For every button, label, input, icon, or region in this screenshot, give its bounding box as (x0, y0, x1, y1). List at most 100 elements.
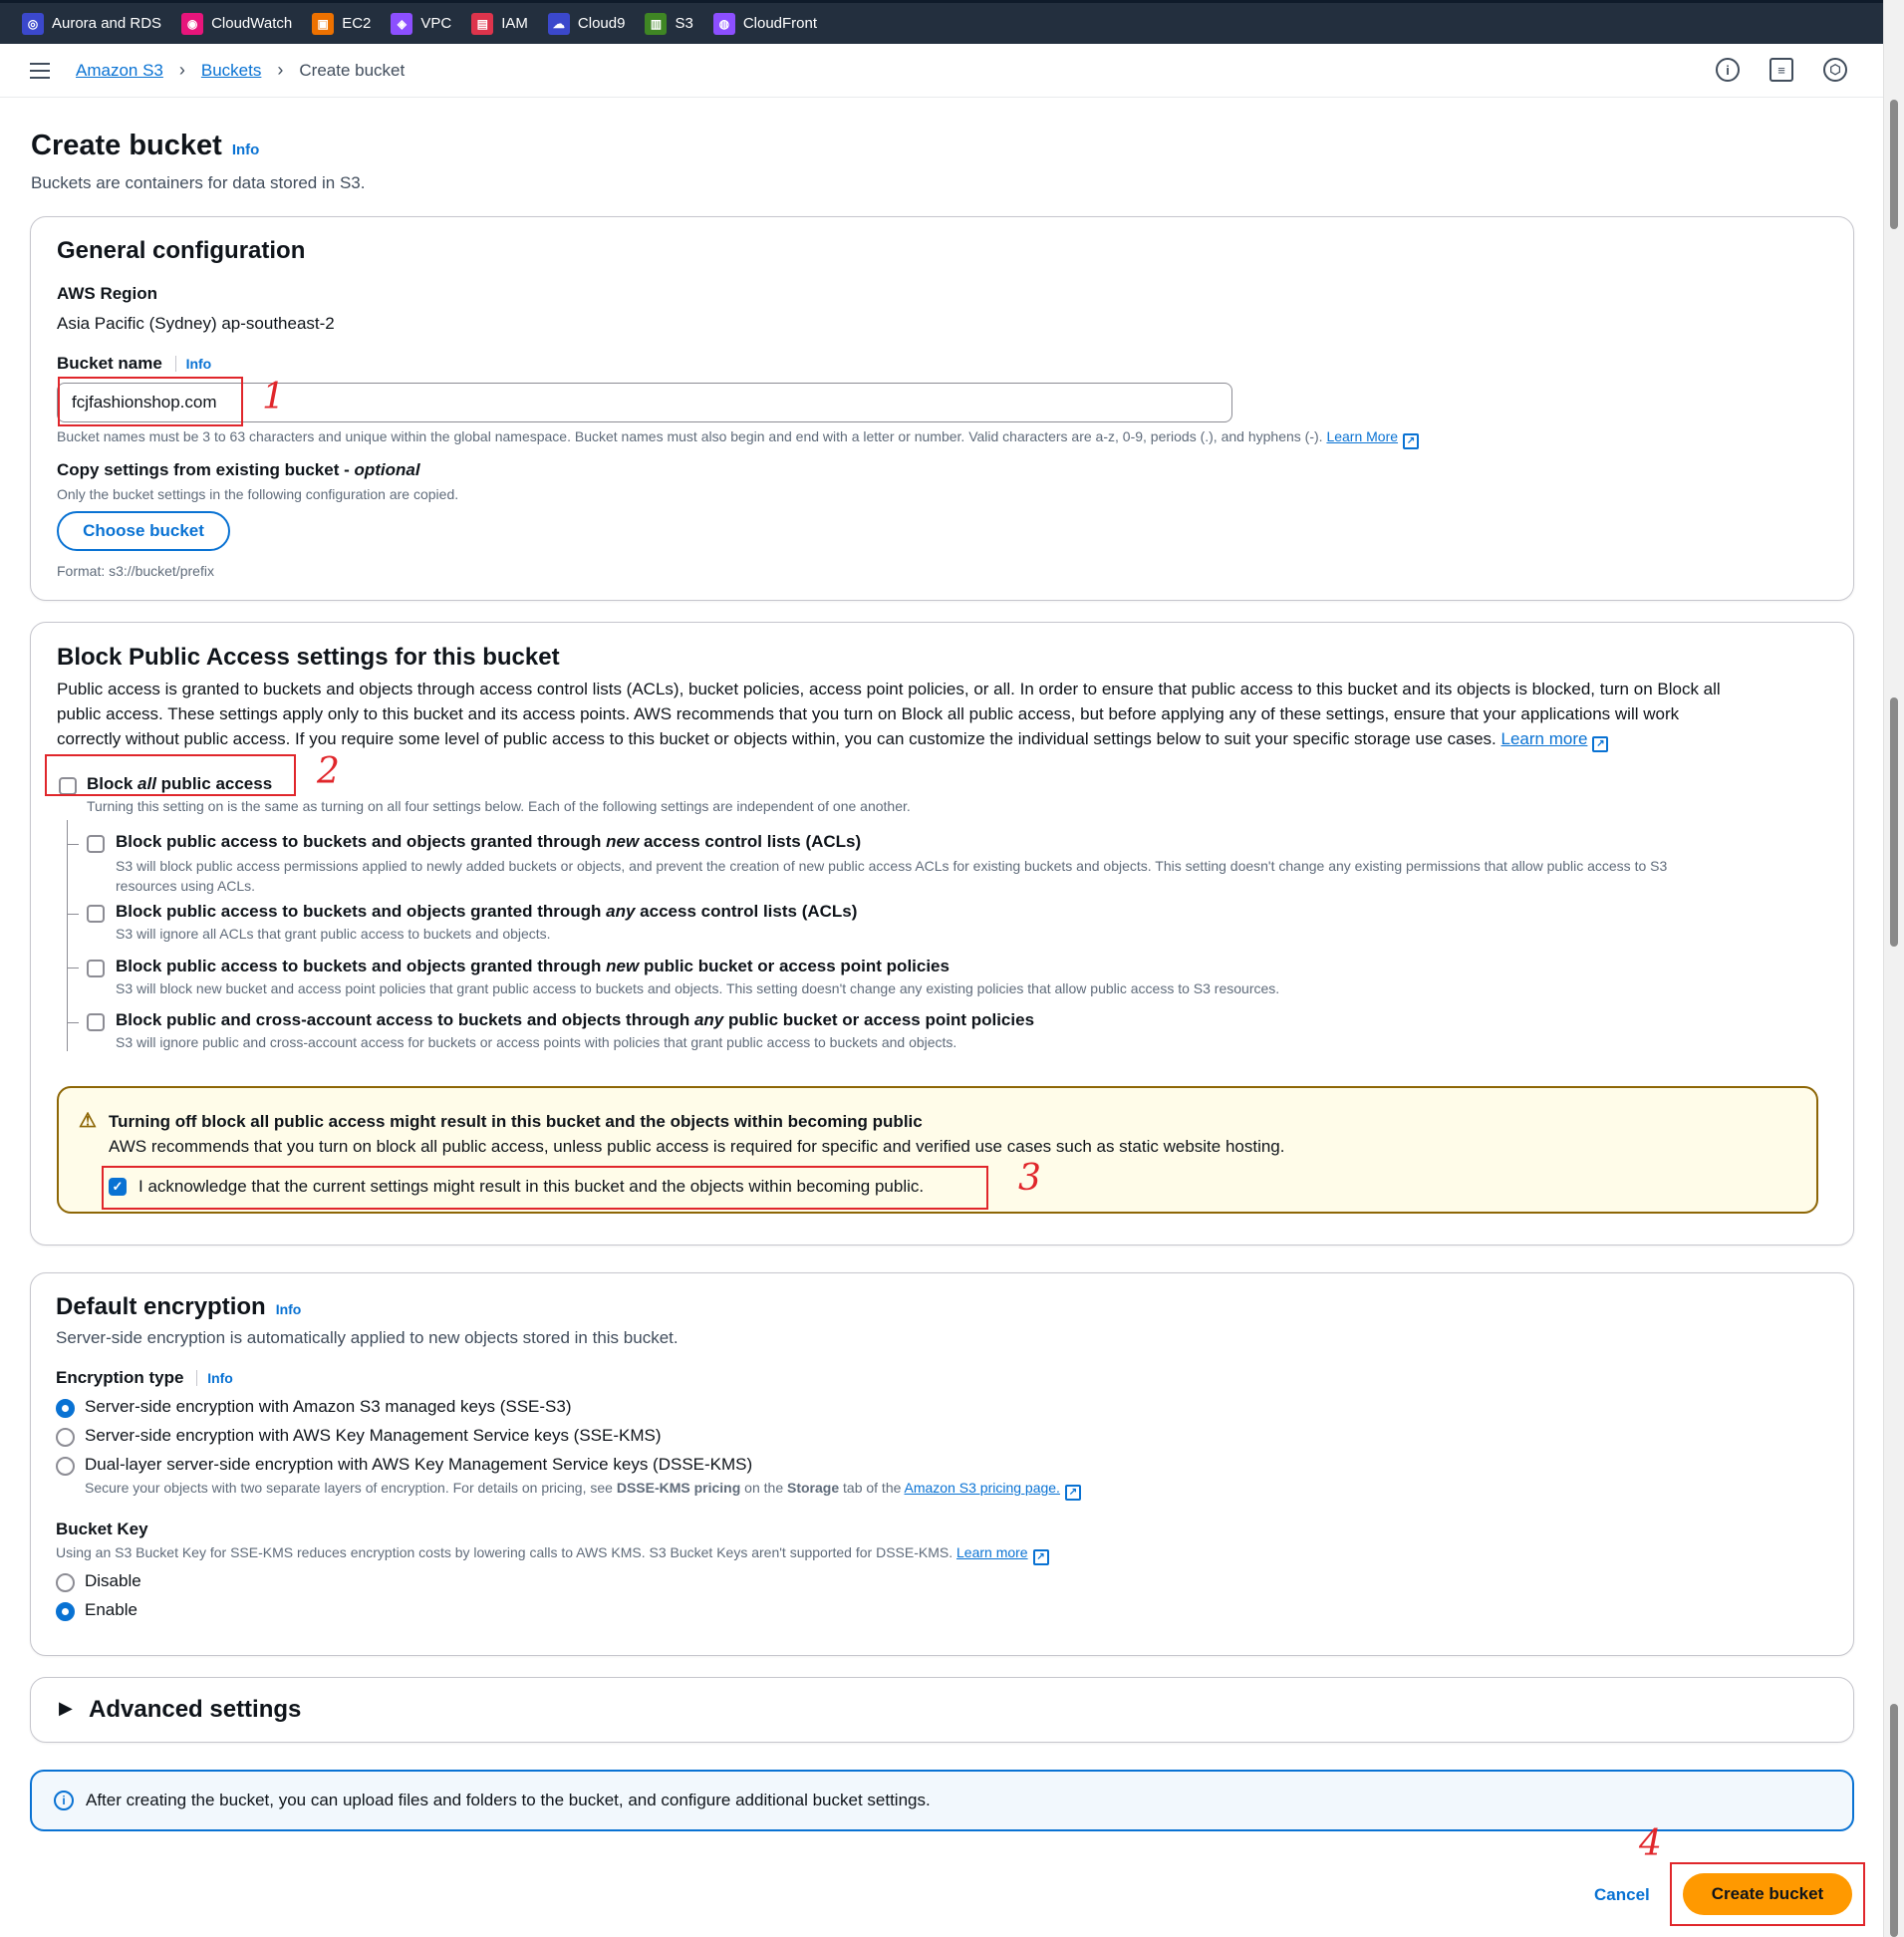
scrollbar-thumb[interactable] (1890, 100, 1898, 229)
sse-kms-radio[interactable] (56, 1428, 75, 1447)
copy-settings-label: Copy settings from existing bucket - opt… (57, 460, 420, 480)
service-label: CloudWatch (211, 15, 293, 32)
external-link-icon: ↗ (1032, 1549, 1049, 1565)
info-icon[interactable]: i (1716, 58, 1740, 82)
option-label: Block public access to buckets and objec… (116, 957, 950, 976)
advanced-settings-title[interactable]: Advanced settings (89, 1696, 301, 1724)
service-label: VPC (420, 15, 452, 32)
service-label: CloudFront (742, 15, 818, 32)
service-icon: ▣ (312, 12, 335, 35)
desc-part: on the (740, 1480, 787, 1496)
option-desc: S3 will block new bucket and access poin… (116, 980, 1280, 996)
annotation-number: 4 (1639, 1823, 1662, 1864)
tree-connector (67, 820, 68, 1051)
advanced-settings-panel[interactable]: ▶ Advanced settings (30, 1677, 1854, 1743)
bucket-name-label: Bucket name Info (57, 354, 212, 374)
caret-right-icon: ▶ (59, 1698, 73, 1718)
label-emphasis: any (606, 902, 636, 921)
external-link-icon: ↗ (1064, 1485, 1081, 1501)
warning-desc: AWS recommends that you turn on block al… (109, 1137, 1285, 1156)
service-shortcut-cloud9[interactable]: ☁ Cloud9 (547, 12, 625, 35)
service-shortcut-aurora-and-rds[interactable]: ◎ Aurora and RDS (22, 12, 162, 35)
info-alert-text: After creating the bucket, you can uploa… (86, 1791, 931, 1809)
service-shortcut-cloudwatch[interactable]: ◉ CloudWatch (181, 12, 293, 35)
service-icon: ▤ (471, 12, 494, 35)
learn-more-link[interactable]: Learn more (956, 1544, 1028, 1560)
radio-label: Server-side encryption with AWS Key Mana… (85, 1426, 662, 1445)
chevron-right-icon: › (277, 60, 284, 80)
desc-text: Using an S3 Bucket Key for SSE-KMS reduc… (56, 1544, 953, 1560)
breadcrumb-amazon-s3[interactable]: Amazon S3 (76, 61, 163, 81)
cancel-button[interactable]: Cancel (1594, 1885, 1650, 1905)
annotation-number: 2 (317, 751, 340, 792)
choose-bucket-button[interactable]: Choose bucket (57, 511, 230, 551)
external-link-icon: ↗ (1403, 433, 1420, 449)
label-part: access control lists (ACLs) (639, 832, 862, 851)
pricing-page-link[interactable]: Amazon S3 pricing page. (905, 1480, 1060, 1496)
bpa-description: Public access is granted to buckets and … (57, 677, 1840, 752)
service-label: Aurora and RDS (52, 15, 162, 32)
info-link[interactable]: Info (232, 141, 260, 158)
scrollbar[interactable] (1883, 0, 1904, 1937)
service-shortcut-vpc[interactable]: ◈ VPC (391, 12, 452, 35)
tree-connector (67, 914, 79, 915)
block-new-acls-checkbox[interactable] (87, 835, 105, 853)
block-any-acls-checkbox[interactable] (87, 905, 105, 923)
copy-settings-desc: Only the bucket settings in the followin… (57, 486, 459, 502)
service-shortcut-iam[interactable]: ▤ IAM (471, 12, 528, 35)
bucket-key-enable-radio[interactable] (56, 1602, 75, 1621)
optional-label: optional (354, 460, 420, 479)
encryption-type-label-text: Encryption type (56, 1368, 184, 1387)
info-link[interactable]: Info (196, 1370, 233, 1386)
block-any-policies-checkbox[interactable] (87, 1013, 105, 1031)
annotation-box (102, 1166, 988, 1210)
learn-more-link[interactable]: Learn More (1326, 428, 1398, 444)
breadcrumb-buckets[interactable]: Buckets (201, 61, 261, 81)
scrollbar-thumb[interactable] (1890, 697, 1898, 947)
dsse-kms-radio[interactable] (56, 1457, 75, 1476)
menu-icon[interactable] (30, 62, 50, 79)
notifications-panel-icon[interactable]: ≡ (1769, 58, 1793, 82)
option-label: Block public access to buckets and objec… (116, 902, 857, 922)
sse-s3-radio[interactable] (56, 1399, 75, 1418)
info-link[interactable]: Info (276, 1301, 302, 1317)
bucket-key-disable-radio[interactable] (56, 1573, 75, 1592)
option-desc: S3 will ignore all ACLs that grant publi… (116, 926, 551, 942)
copy-settings-label-text: Copy settings from existing bucket - (57, 460, 355, 479)
radio-label: Disable (85, 1571, 141, 1590)
service-icon: ◈ (391, 12, 413, 35)
annotation-box (45, 754, 296, 796)
breadcrumb-bar: Amazon S3 › Buckets › Create bucket i ≡ … (0, 44, 1883, 98)
option-desc-line: S3 will block public access permissions … (116, 858, 1668, 874)
page-subtitle: Buckets are containers for data stored i… (31, 173, 366, 192)
tree-connector (67, 844, 79, 845)
option-label: Block public and cross-account access to… (116, 1010, 1034, 1030)
option-label: Block public access to buckets and objec… (116, 832, 861, 852)
scrollbar-thumb[interactable] (1890, 1704, 1898, 1937)
page-title: Create bucket Info (31, 130, 259, 162)
bpa-desc-line: public access. These settings apply only… (57, 704, 1680, 723)
label-emphasis: new (606, 957, 640, 975)
block-new-policies-checkbox[interactable] (87, 960, 105, 977)
region-value: Asia Pacific (Sydney) ap-southeast-2 (57, 314, 335, 333)
chevron-right-icon: › (178, 60, 185, 80)
general-configuration-panel: General configuration AWS Region Asia Pa… (30, 216, 1854, 601)
service-shortcut-s3[interactable]: ▥ S3 (645, 12, 693, 35)
bpa-desc-line: correctly without public access. If you … (57, 726, 1840, 752)
radio-label: Dual-layer server-side encryption with A… (85, 1455, 753, 1474)
desc-part: Secure your objects with two separate la… (85, 1480, 617, 1496)
service-icon: ▥ (645, 12, 668, 35)
service-label: EC2 (342, 15, 372, 32)
settings-hex-icon[interactable]: ⬡ (1823, 58, 1847, 82)
breadcrumb-current: Create bucket (299, 60, 406, 80)
block-all-desc: Turning this setting on is the same as t… (87, 798, 911, 814)
info-link[interactable]: Info (174, 356, 212, 372)
service-icon: ◍ (712, 12, 735, 35)
default-encryption-panel: Default encryption Info Server-side encry… (30, 1272, 1854, 1656)
service-label: IAM (501, 15, 528, 32)
service-shortcut-ec2[interactable]: ▣ EC2 (312, 12, 372, 35)
service-shortcut-cloudfront[interactable]: ◍ CloudFront (712, 12, 818, 35)
service-icon: ◉ (181, 12, 204, 35)
learn-more-link[interactable]: Learn more (1501, 729, 1588, 748)
warning-icon: ⚠ (79, 1110, 97, 1132)
